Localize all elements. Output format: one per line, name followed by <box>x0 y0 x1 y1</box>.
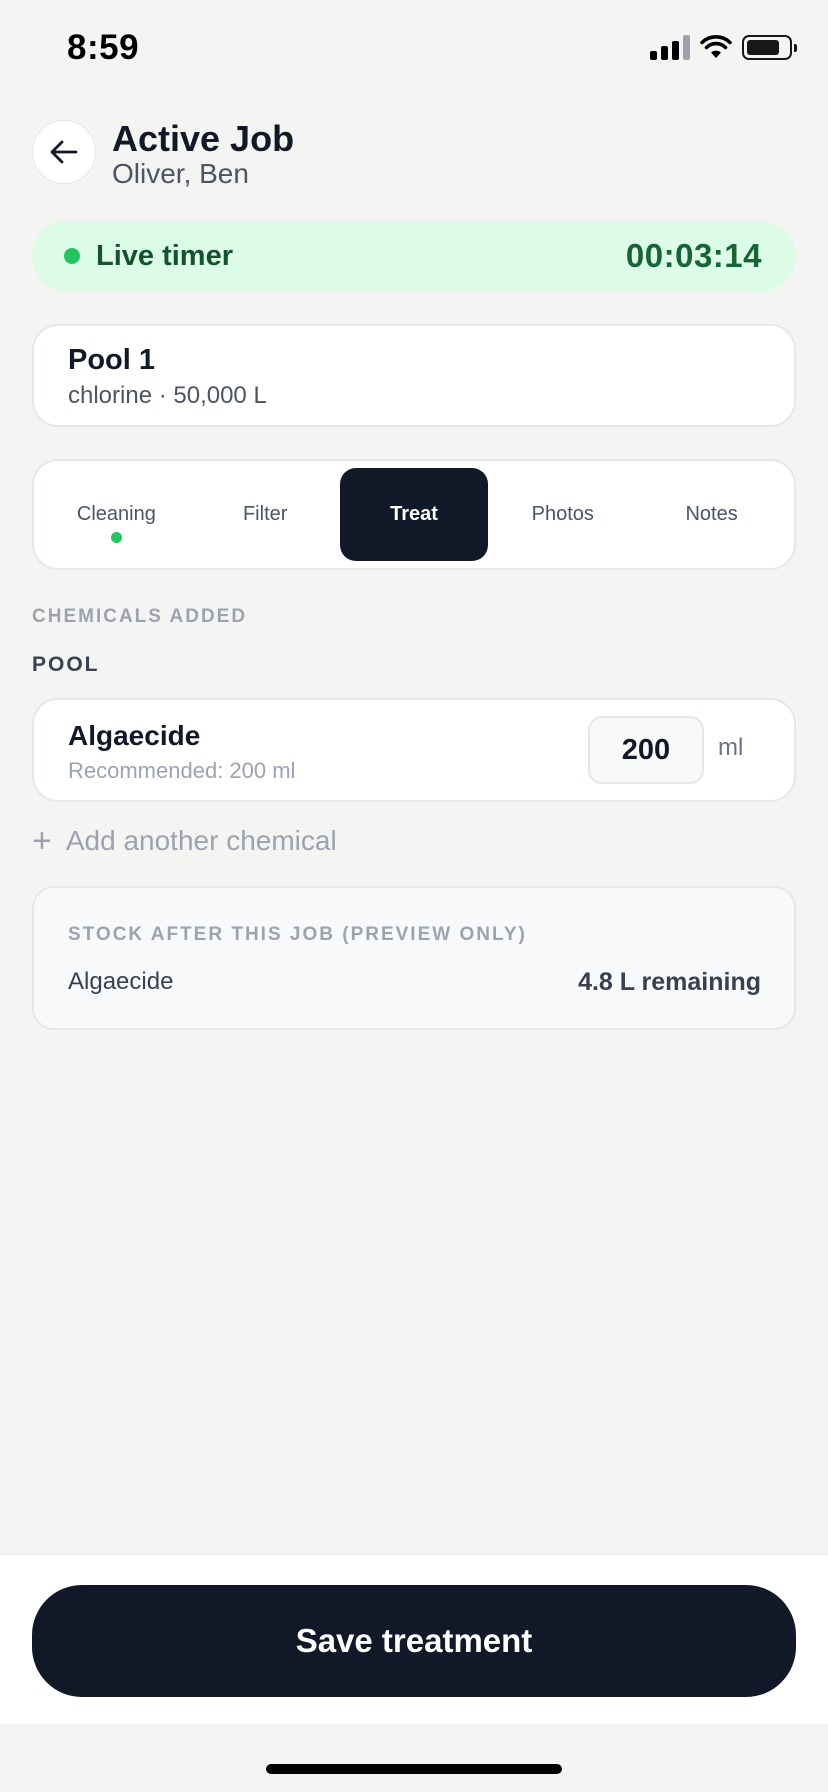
status-icons <box>650 34 797 60</box>
group-label-pool: POOL <box>32 653 100 676</box>
footer: Save treatment <box>0 1554 828 1724</box>
tab-label: Filter <box>242 503 288 525</box>
chemical-row: Algaecide Recommended: 200 ml ml <box>32 698 796 802</box>
customer-name: Oliver, Ben <box>112 158 249 189</box>
signal-icon <box>650 34 690 60</box>
timer-label: Live timer <box>96 239 233 272</box>
tab-label: Photos <box>531 503 594 525</box>
header: Active Job Oliver, Ben <box>32 118 796 189</box>
add-chemical-label: Add another chemical <box>65 825 337 856</box>
timer-value: 00:03:14 <box>625 237 762 274</box>
wifi-icon <box>700 35 732 58</box>
chemical-amount-input[interactable] <box>588 716 704 784</box>
completed-dot-icon <box>110 532 122 543</box>
home-indicator <box>266 1764 562 1774</box>
chemical-name: Algaecide <box>68 720 201 751</box>
stock-item-remaining: 4.8 L remaining <box>578 968 761 996</box>
section-label-chemicals: CHEMICALS ADDED <box>32 606 248 627</box>
tab-bar: Cleaning Filter Treat Photos Notes <box>32 459 796 570</box>
tab-cleaning[interactable]: Cleaning <box>42 468 191 561</box>
back-button[interactable] <box>32 120 96 184</box>
status-bar: 8:59 <box>0 0 828 100</box>
save-treatment-button[interactable]: Save treatment <box>32 1585 796 1697</box>
tab-notes[interactable]: Notes <box>637 468 786 561</box>
live-dot-icon <box>64 248 80 264</box>
status-time: 8:59 <box>67 28 140 67</box>
chemical-unit: ml <box>718 734 744 761</box>
tab-filter[interactable]: Filter <box>191 468 340 561</box>
tab-label: Cleaning <box>76 503 156 525</box>
stock-item-name: Algaecide <box>68 968 174 995</box>
battery-icon <box>742 34 797 60</box>
chemical-recommended: Recommended: 200 ml <box>68 758 296 783</box>
plus-icon: + <box>32 822 52 860</box>
pool-name: Pool 1 <box>68 344 156 376</box>
live-timer: Live timer 00:03:14 <box>32 221 796 291</box>
add-chemical-button[interactable]: + Add another chemical <box>32 824 337 858</box>
pool-meta: chlorine · 50,000 L <box>68 382 267 409</box>
tab-label: Notes <box>685 503 738 525</box>
stock-preview-title: STOCK AFTER THIS JOB (PREVIEW ONLY) <box>68 924 527 945</box>
page-title: Active Job <box>112 118 295 159</box>
pool-card: Pool 1 chlorine · 50,000 L <box>32 324 796 427</box>
stock-preview: STOCK AFTER THIS JOB (PREVIEW ONLY) Alga… <box>32 886 796 1030</box>
arrow-left-icon <box>50 140 78 164</box>
tab-treat[interactable]: Treat <box>339 468 489 561</box>
tab-photos[interactable]: Photos <box>488 468 637 561</box>
tab-label: Treat <box>390 503 438 525</box>
